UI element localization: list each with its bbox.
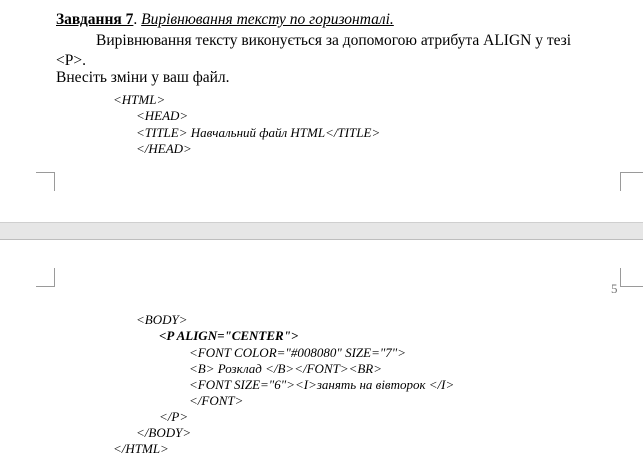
task-subtitle: Вирівнювання тексту по горизонталі.: [141, 11, 394, 28]
code-line: <B> Розклад </B></FONT><BR>: [189, 361, 383, 376]
task-heading: Завдання 7. Вирівнювання тексту по гориз…: [56, 11, 394, 29]
code-line: <TITLE> Навчальний файл HTML</TITLE>: [136, 125, 381, 140]
body-paragraph: Вирівнювання тексту виконується за допом…: [56, 31, 604, 71]
instruction-text: Внесіть зміни у ваш файл.: [56, 69, 230, 86]
page-corner-mark: [620, 172, 643, 191]
code-line: </P>: [159, 409, 189, 424]
page-separator: [0, 222, 643, 240]
code-line: <P ALIGN="CENTER">: [159, 328, 299, 343]
code-line: <HEAD>: [136, 108, 189, 123]
page-number: 5: [611, 281, 618, 296]
page-corner-mark: [620, 268, 643, 287]
page-corner-mark: [36, 172, 55, 191]
document-page-1: Завдання 7. Вирівнювання тексту по гориз…: [0, 0, 643, 222]
code-line: <HTML>: [113, 92, 166, 107]
task-number: Завдання 7: [56, 11, 134, 28]
code-line: </BODY>: [136, 425, 192, 440]
code-line: <FONT COLOR="#008080" SIZE="7">: [189, 345, 407, 360]
code-line: <BODY>: [136, 312, 188, 327]
code-line: <FONT SIZE="6"><I>занять на вівторок </I…: [189, 377, 455, 392]
page-corner-mark: [36, 268, 55, 287]
code-line: </HTML>: [113, 441, 169, 456]
heading-separator: .: [133, 11, 142, 28]
code-line: </HEAD>: [136, 141, 192, 156]
paragraph-text: Вирівнювання тексту виконується за допом…: [56, 32, 572, 69]
code-line: </FONT>: [189, 393, 244, 408]
